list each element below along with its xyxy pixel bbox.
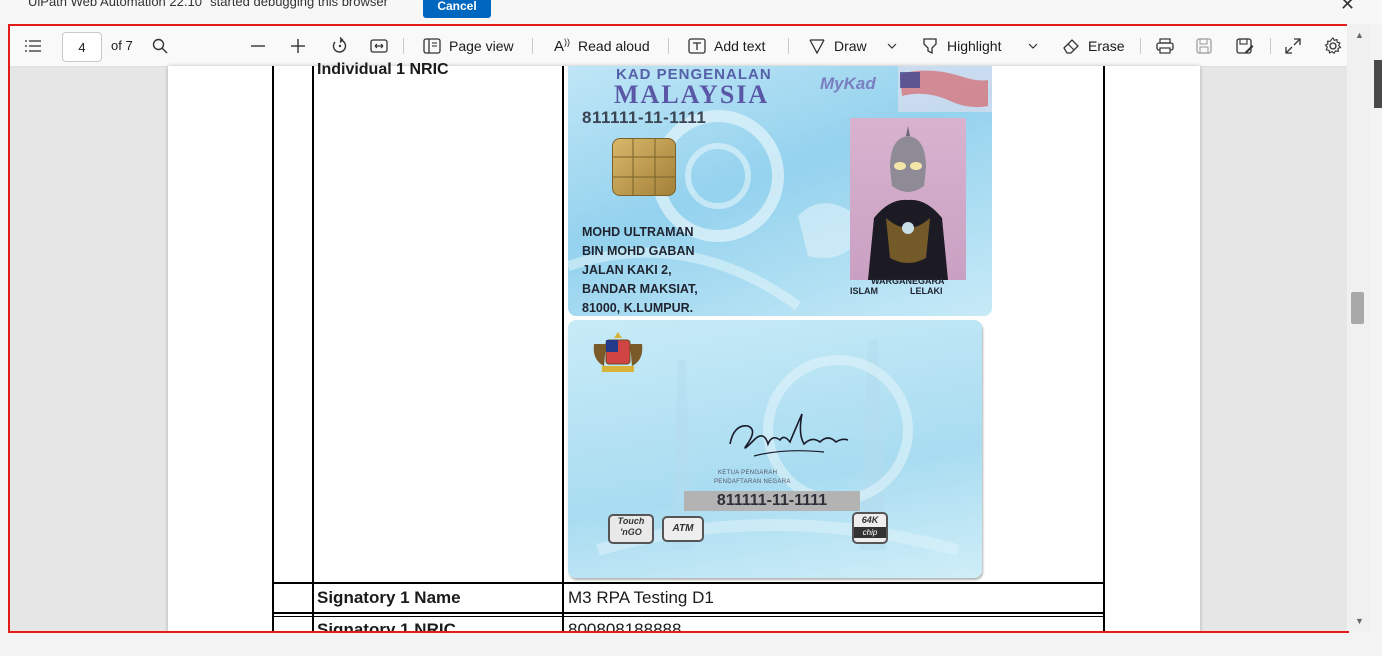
erase-label: Erase	[1088, 38, 1125, 54]
chip-label: chip	[854, 527, 886, 538]
print-icon[interactable]	[1156, 26, 1174, 66]
draw-icon	[808, 38, 826, 54]
page-number-input[interactable]: 4	[62, 32, 102, 62]
card-id-number: 811111-11-1111	[582, 108, 707, 127]
toolbar-divider	[788, 38, 789, 54]
card-holder-details: MOHD ULTRAMAN BIN MOHD GABAN JALAN KAKI …	[582, 225, 698, 315]
highlight-button[interactable]: Highlight	[921, 26, 1001, 66]
pdf-viewer: 4 of 7 Page view A)) Read aloud Add text…	[8, 24, 1349, 633]
table-row-label: Individual 1 NRIC	[317, 61, 449, 78]
mykad-logo: MyKad	[820, 74, 876, 93]
settings-icon[interactable]	[1324, 26, 1342, 66]
read-aloud-icon: A))	[554, 37, 571, 55]
zoom-in-icon[interactable]	[290, 26, 306, 66]
table-row-label: Signatory 1 NRIC	[317, 620, 456, 633]
erase-icon	[1062, 37, 1080, 55]
officer-title: KETUA PENGARAH	[718, 470, 778, 476]
page-view-icon	[423, 38, 441, 54]
table-column-divider	[562, 66, 564, 631]
page-view-label: Page view	[449, 38, 514, 54]
highlight-label: Highlight	[947, 38, 1002, 54]
card-photo	[850, 118, 966, 280]
pdf-toolbar: 4 of 7 Page view A)) Read aloud Add text…	[10, 26, 1347, 67]
highlight-options-chevron-down-icon[interactable]	[1028, 26, 1038, 66]
toolbar-divider	[668, 38, 669, 54]
save-icon[interactable]	[1196, 26, 1212, 66]
vertical-scrollbar[interactable]: ▲ ▼	[1347, 24, 1371, 631]
pdf-page: Individual 1 NRIC KAD PENGENALAN MALAYSI…	[168, 61, 1200, 633]
card-back-id-number: 811111-11-1111	[684, 491, 860, 511]
add-text-icon	[688, 38, 706, 54]
nric-back-image: KETUA PENGARAH PENDAFTARAN NEGARA 811111…	[568, 320, 982, 578]
contents-icon[interactable]	[24, 26, 42, 66]
toolbar-divider	[1270, 38, 1271, 54]
read-aloud-button[interactable]: A)) Read aloud	[554, 26, 650, 66]
debug-message: UiPath Web Automation 22.10" started deb…	[28, 0, 388, 9]
table-row-value: 800808188888	[568, 620, 682, 633]
table-column-divider	[312, 66, 314, 631]
card-religion: ISLAM	[850, 286, 878, 296]
close-icon[interactable]: ✕	[1340, 0, 1355, 15]
add-text-button[interactable]: Add text	[688, 26, 765, 66]
table-row-divider	[272, 616, 1105, 617]
erase-button[interactable]: Erase	[1062, 26, 1125, 66]
scrollbar-thumb[interactable]	[1351, 292, 1364, 324]
signature-image	[729, 413, 849, 457]
rotate-icon[interactable]	[331, 26, 349, 66]
table-border-right	[1103, 66, 1105, 631]
debug-infobar: UiPath Web Automation 22.10" started deb…	[0, 0, 1382, 24]
highlight-icon	[921, 37, 939, 55]
chip-size: 64K	[861, 515, 879, 525]
card-chip-icon	[612, 138, 676, 196]
draw-button[interactable]: Draw	[808, 26, 867, 66]
scroll-up-icon[interactable]: ▲	[1355, 30, 1364, 40]
window-edge	[1374, 60, 1382, 108]
table-row-label: Signatory 1 Name	[317, 588, 461, 607]
toolbar-divider	[532, 38, 533, 54]
add-text-label: Add text	[714, 38, 766, 54]
page-view-button[interactable]: Page view	[423, 26, 514, 66]
scroll-down-icon[interactable]: ▼	[1355, 616, 1364, 626]
touchngo-logo: Touch 'nGO	[608, 514, 654, 544]
cancel-button[interactable]: Cancel	[423, 0, 491, 18]
toolbar-divider	[1140, 38, 1141, 54]
card-country: MALAYSIA	[614, 80, 770, 109]
table-row-divider	[272, 582, 1105, 584]
fit-width-icon[interactable]	[370, 26, 388, 66]
chip-badge: 64K chip	[852, 512, 888, 544]
table-row-divider	[272, 612, 1105, 614]
page-total: of 7	[111, 38, 133, 53]
coat-of-arms-icon	[588, 330, 648, 376]
department-name: PENDAFTARAN NEGARA	[714, 479, 791, 485]
search-icon[interactable]	[152, 26, 168, 66]
atm-logo: ATM	[662, 516, 704, 542]
save-as-icon[interactable]	[1236, 26, 1254, 66]
card-gender: LELAKI	[910, 286, 943, 296]
draw-label: Draw	[834, 38, 867, 54]
nric-front-image: KAD PENGENALAN MALAYSIA MyKad 811111-11-…	[568, 66, 992, 316]
table-row-value: M3 RPA Testing D1	[568, 588, 714, 607]
table-border-left	[272, 66, 274, 631]
draw-options-chevron-down-icon[interactable]	[887, 26, 897, 66]
zoom-out-icon[interactable]	[250, 26, 266, 66]
read-aloud-label: Read aloud	[578, 38, 650, 54]
card-citizenship: WARGANEGARA	[871, 276, 945, 286]
toolbar-divider	[403, 38, 404, 54]
fullscreen-icon[interactable]	[1285, 26, 1301, 66]
